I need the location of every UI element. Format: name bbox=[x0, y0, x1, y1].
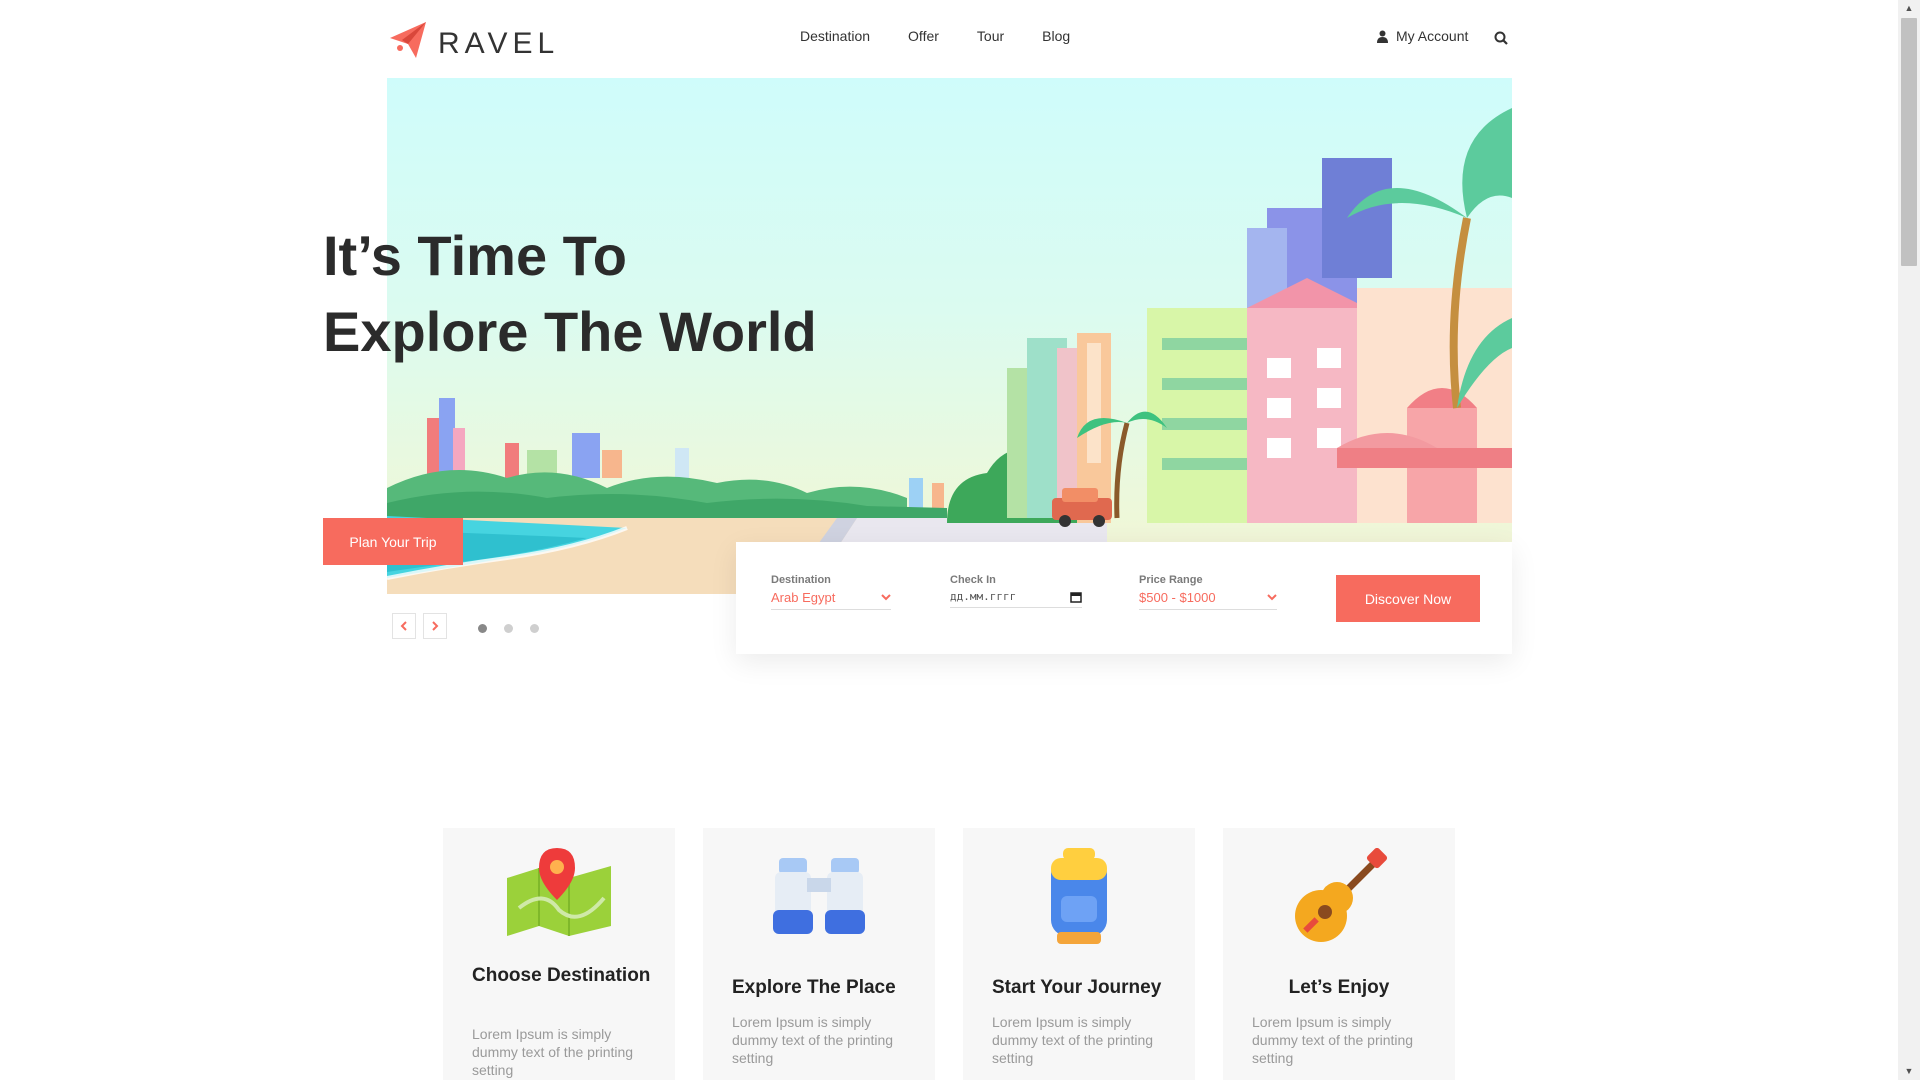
price-range-select[interactable]: $500 - $1000 bbox=[1139, 590, 1277, 610]
slider-dots bbox=[478, 624, 539, 633]
hero-title: It’s Time To Explore The World bbox=[323, 218, 817, 370]
feature-card: Explore The Place Lorem Ipsum is simply … bbox=[703, 828, 935, 1080]
price-range-field: Price Range $500 - $1000 bbox=[1139, 574, 1277, 610]
map-pin-icon bbox=[507, 848, 611, 936]
slider-nav bbox=[392, 613, 447, 639]
destination-select[interactable]: Arab Egypt bbox=[771, 590, 891, 610]
discover-now-button[interactable]: Discover Now bbox=[1336, 575, 1480, 622]
scrollbar-thumb[interactable] bbox=[1901, 18, 1917, 266]
feature-card: Start Your Journey Lorem Ipsum is simply… bbox=[963, 828, 1195, 1080]
feature-title: Let’s Enjoy bbox=[1288, 977, 1390, 998]
logo[interactable]: RAVEL bbox=[386, 18, 559, 62]
hero-title-line2: Explore The World bbox=[323, 300, 817, 363]
feature-description: Lorem Ipsum is simply dummy text of the … bbox=[992, 1014, 1154, 1066]
feature-title: Choose Destination bbox=[472, 965, 651, 986]
plane-logo-icon bbox=[390, 22, 426, 58]
nav-item-tour[interactable]: Tour bbox=[977, 28, 1004, 44]
page: RAVEL Destination Offer Tour Blog My Acc… bbox=[0, 0, 1898, 1080]
destination-field: Destination Arab Egypt bbox=[771, 574, 891, 610]
chevron-right-icon bbox=[432, 621, 439, 631]
feature-card: Let’s Enjoy Lorem Ipsum is simply dummy … bbox=[1223, 828, 1455, 1080]
checkin-label: Check In bbox=[950, 574, 996, 586]
feature-description: Lorem Ipsum is simply dummy text of the … bbox=[732, 1014, 894, 1066]
price-range-value: $500 - $1000 bbox=[1139, 590, 1216, 605]
slider-dot[interactable] bbox=[530, 624, 539, 633]
nav-item-offer[interactable]: Offer bbox=[908, 28, 939, 44]
trip-search-panel: Destination Arab Egypt Check In дд.мм.гг… bbox=[736, 542, 1512, 654]
slider-dot[interactable] bbox=[478, 624, 487, 633]
chevron-down-icon bbox=[1267, 594, 1277, 601]
my-account-link[interactable]: My Account bbox=[1377, 28, 1468, 44]
user-icon bbox=[1377, 30, 1388, 43]
feature-description: Lorem Ipsum is simply dummy text of the … bbox=[472, 1026, 634, 1078]
chevron-left-icon bbox=[400, 621, 407, 631]
plan-your-trip-button[interactable]: Plan Your Trip bbox=[323, 518, 463, 565]
slider-next-button[interactable] bbox=[423, 613, 447, 639]
logo-text: RAVEL bbox=[438, 27, 560, 60]
nav-item-destination[interactable]: Destination bbox=[800, 28, 870, 44]
price-range-label: Price Range bbox=[1139, 574, 1203, 586]
slider-dot[interactable] bbox=[504, 624, 513, 633]
guitar-icon bbox=[1295, 848, 1388, 942]
search-icon[interactable] bbox=[1494, 31, 1508, 45]
chevron-down-icon bbox=[881, 594, 891, 601]
feature-title: Explore The Place bbox=[732, 977, 896, 998]
hero-title-line1: It’s Time To bbox=[323, 224, 627, 287]
my-account-label: My Account bbox=[1396, 28, 1469, 44]
backpack-icon bbox=[1051, 848, 1107, 944]
scroll-up-arrow-icon[interactable]: ▲ bbox=[1898, 0, 1920, 17]
checkin-date-input[interactable]: дд.мм.гггг bbox=[950, 590, 1082, 608]
calendar-icon[interactable] bbox=[1070, 591, 1082, 603]
feature-title: Start Your Journey bbox=[992, 977, 1162, 998]
checkin-field: Check In дд.мм.гггг bbox=[950, 574, 1082, 608]
binoculars-icon bbox=[773, 858, 865, 934]
scroll-down-arrow-icon[interactable]: ▼ bbox=[1898, 1063, 1920, 1080]
feature-card: Choose Destination Lorem Ipsum is simply… bbox=[443, 828, 675, 1080]
nav-item-blog[interactable]: Blog bbox=[1042, 28, 1070, 44]
destination-value: Arab Egypt bbox=[771, 590, 836, 605]
checkin-placeholder: дд.мм.гггг bbox=[950, 590, 1017, 603]
destination-label: Destination bbox=[771, 574, 831, 586]
vertical-scrollbar[interactable]: ▲ ▼ bbox=[1898, 0, 1920, 1080]
main-nav: Destination Offer Tour Blog bbox=[800, 28, 1070, 44]
feature-description: Lorem Ipsum is simply dummy text of the … bbox=[1252, 1014, 1414, 1066]
slider-prev-button[interactable] bbox=[392, 613, 416, 639]
